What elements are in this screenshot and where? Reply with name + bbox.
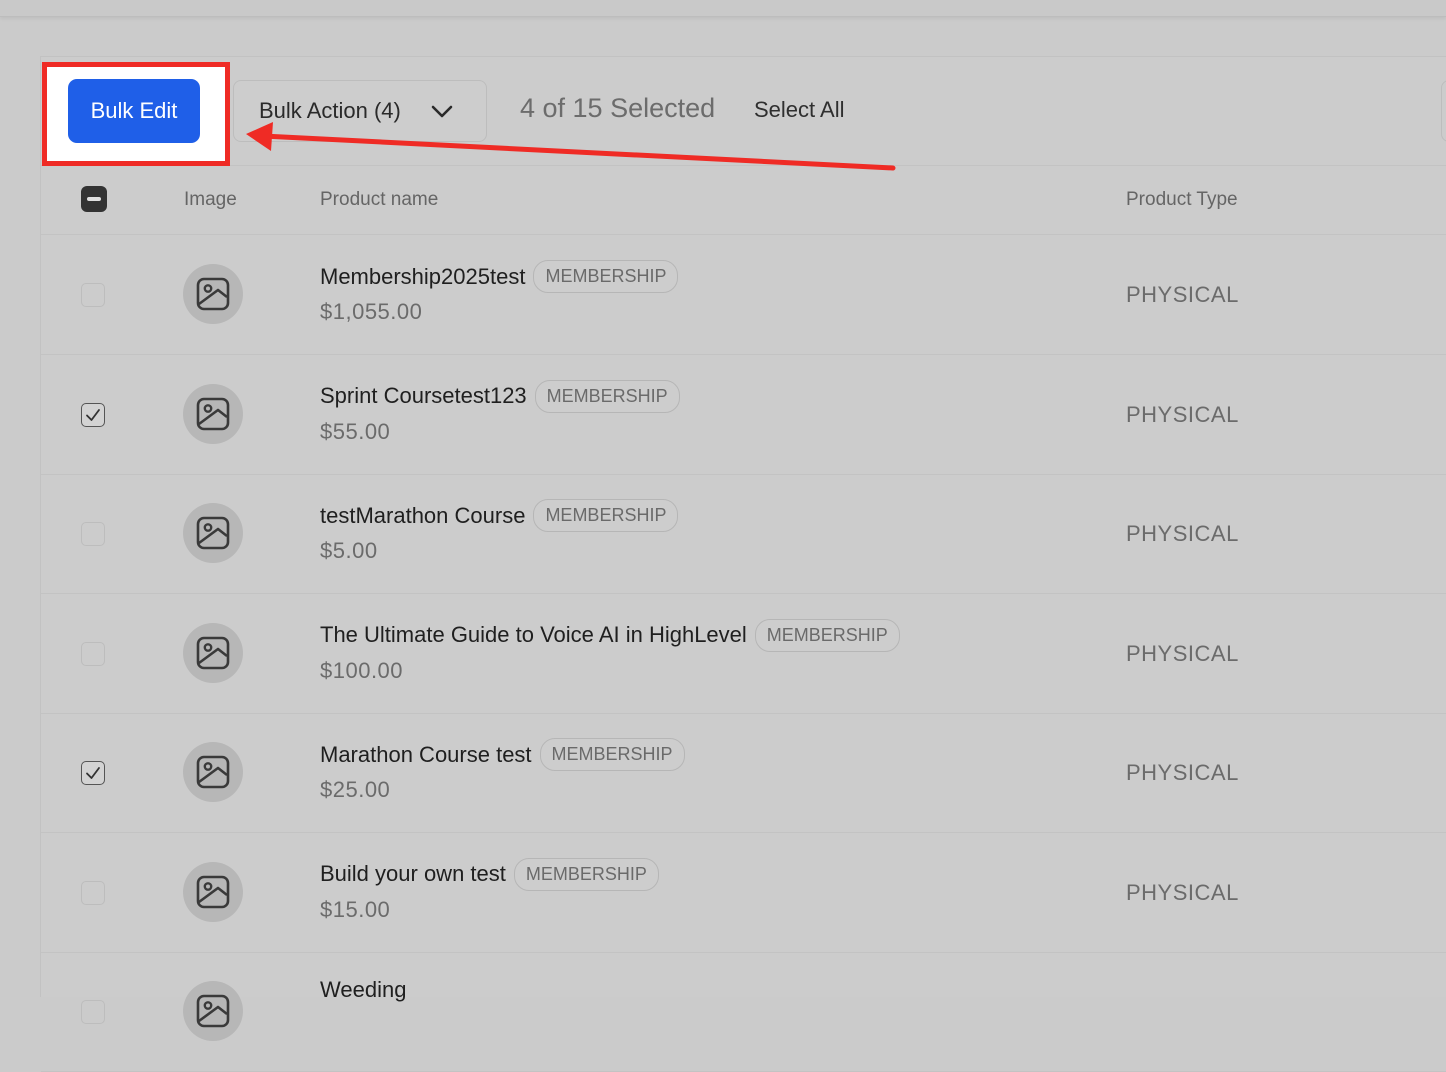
product-badge: MEMBERSHIP (539, 738, 685, 771)
image-icon (196, 994, 230, 1028)
image-icon (196, 875, 230, 908)
top-bar (0, 0, 1446, 17)
product-name-line: testMarathon Course MEMBERSHIP (320, 499, 679, 532)
product-type: PHYSICAL (1126, 521, 1239, 546)
product-image-placeholder (183, 383, 243, 444)
image-icon (196, 277, 230, 311)
table-row[interactable]: Weeding (41, 952, 1446, 1072)
product-name-line: Membership2025test MEMBERSHIP (320, 260, 679, 293)
product-price: $100.00 (320, 657, 404, 683)
select-all-checkbox[interactable] (81, 186, 107, 212)
check-icon (86, 767, 100, 779)
product-name[interactable]: Build your own test (320, 861, 506, 887)
product-name-line: Build your own test MEMBERSHIP (320, 857, 659, 891)
product-price: $5.00 (320, 538, 378, 563)
bulk-toolbar: Bulk Edit Bulk Action (4) 4 of 15 Select… (41, 57, 1446, 166)
table-row[interactable]: The Ultimate Guide to Voice AI in HighLe… (41, 594, 1446, 714)
table-row[interactable]: Membership2025test MEMBERSHIP $1,055.00 PHY… (41, 235, 1446, 355)
bulk-edit-button[interactable]: Bulk Edit (68, 79, 200, 143)
row-checkbox[interactable] (81, 880, 105, 905)
check-icon (86, 408, 100, 421)
product-name[interactable]: testMarathon Course (320, 503, 525, 529)
product-image-placeholder (183, 981, 243, 1041)
image-icon (196, 755, 230, 789)
product-name[interactable]: The Ultimate Guide to Voice AI in HighLe… (320, 622, 747, 648)
product-image-placeholder (183, 264, 243, 324)
table-row[interactable]: Build your own test MEMBERSHIP $15.00 PHYSI… (41, 833, 1446, 953)
header-product-type[interactable]: Product Type (1126, 189, 1238, 211)
product-name-line: The Ultimate Guide to Voice AI in HighLe… (320, 618, 900, 652)
table-row[interactable]: Marathon Course test MEMBERSHIP $25.00 PHYS… (41, 713, 1446, 833)
header-image: Image (184, 189, 237, 210)
row-checkbox[interactable] (81, 522, 105, 546)
header-product-name: Product name (320, 189, 439, 210)
product-type: PHYSICAL (1126, 640, 1239, 666)
row-checkbox[interactable] (81, 1000, 105, 1024)
select-all-button[interactable]: Select All (754, 97, 845, 123)
product-image-placeholder (183, 742, 243, 802)
row-checkbox[interactable] (81, 641, 105, 666)
row-checkbox[interactable] (81, 761, 105, 785)
product-type: PHYSICAL (1126, 282, 1239, 307)
product-badge: MEMBERSHIP (513, 857, 659, 891)
product-badge: MEMBERSHIP (533, 499, 679, 532)
product-badge: MEMBERSHIP (754, 618, 900, 652)
image-icon (196, 397, 230, 430)
products-panel: Bulk Edit Bulk Action (4) 4 of 15 Select… (40, 56, 1446, 1072)
product-name-line: Marathon Course test MEMBERSHIP (320, 738, 685, 771)
product-image-placeholder (183, 861, 243, 922)
selected-count: 4 of 15 Selected (520, 93, 716, 123)
row-checkbox[interactable] (81, 283, 105, 307)
product-name-line: Sprint Coursetest123 MEMBERSHIP (320, 379, 680, 413)
product-name[interactable]: Membership2025test (320, 264, 525, 290)
product-badge: MEMBERSHIP (534, 379, 680, 413)
product-image-placeholder (183, 503, 243, 563)
product-name-line: Weeding (320, 977, 406, 1003)
row-checkbox[interactable] (81, 402, 105, 427)
product-type: PHYSICAL (1126, 879, 1239, 905)
image-icon (196, 516, 230, 550)
toolbar-right-control[interactable] (1441, 80, 1446, 142)
table-header: Image Product name Product Type (41, 166, 1446, 235)
product-price: $1,055.00 (320, 299, 423, 324)
product-price: $25.00 (320, 777, 391, 802)
product-type: PHYSICAL (1126, 760, 1239, 785)
product-name[interactable]: Marathon Course test (320, 742, 532, 768)
chevron-down-icon (431, 105, 453, 118)
product-price: $15.00 (320, 896, 391, 922)
product-name[interactable]: Sprint Coursetest123 (320, 383, 527, 409)
image-icon (196, 636, 230, 669)
product-badge: MEMBERSHIP (533, 260, 679, 293)
table-row[interactable]: Sprint Coursetest123 MEMBERSHIP $55.00 PHYS… (41, 355, 1446, 475)
table-row[interactable]: testMarathon Course MEMBERSHIP $5.00 PHYSIC… (41, 474, 1446, 594)
product-price: $55.00 (320, 418, 391, 444)
bulk-action-dropdown[interactable]: Bulk Action (4) (233, 80, 487, 142)
product-name[interactable]: Weeding (320, 977, 406, 1003)
product-image-placeholder (183, 622, 243, 683)
bulk-action-label: Bulk Action (4) (259, 98, 401, 123)
product-type: PHYSICAL (1126, 401, 1239, 427)
